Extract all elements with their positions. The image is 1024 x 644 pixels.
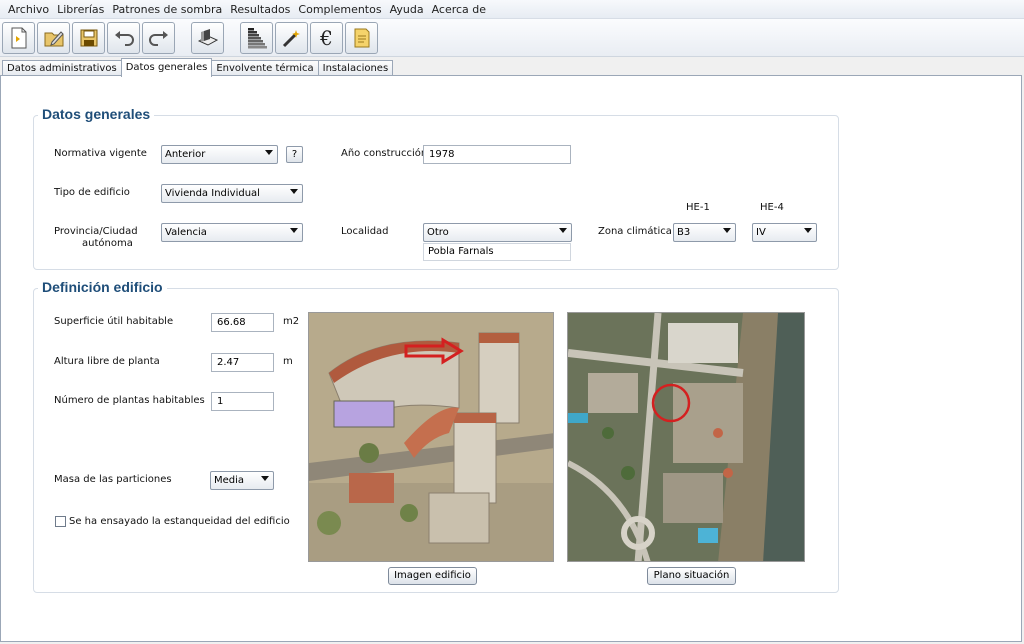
altura-label: Altura libre de planta xyxy=(54,356,160,367)
toolbar: € xyxy=(0,19,1024,57)
superficie-label: Superficie útil habitable xyxy=(54,316,174,327)
plano-situacion-button[interactable]: Plano situación xyxy=(647,567,736,585)
estanqueidad-label: Se ha ensayado la estanqueidad del edifi… xyxy=(69,516,290,527)
tipo-edificio-label: Tipo de edificio xyxy=(54,187,130,198)
redo-icon xyxy=(148,30,168,46)
wizard-button[interactable] xyxy=(275,21,308,54)
chevron-down-icon xyxy=(288,224,302,241)
open-file-button[interactable] xyxy=(37,21,70,54)
localidad-label: Localidad xyxy=(341,226,389,237)
plantas-label: Número de plantas habitables xyxy=(54,395,205,406)
location-map-image xyxy=(567,312,805,562)
localidad-text: Pobla Farnals xyxy=(423,243,571,261)
provincia-label-line1: Provincia/Ciudad xyxy=(54,226,138,237)
menu-librerias[interactable]: Librerías xyxy=(53,3,108,16)
altura-input[interactable]: 2.47 xyxy=(211,353,274,372)
new-file-button[interactable] xyxy=(2,21,35,54)
he4-select[interactable]: IV xyxy=(752,223,817,242)
zona-climatica-label: Zona climática xyxy=(598,226,672,237)
undo-button[interactable] xyxy=(107,21,140,54)
menu-archivo[interactable]: Archivo xyxy=(4,3,53,16)
redo-button[interactable] xyxy=(142,21,175,54)
menu-resultados[interactable]: Resultados xyxy=(226,3,294,16)
magic-wand-icon xyxy=(282,29,300,47)
provincia-value: Valencia xyxy=(165,227,207,238)
chevron-down-icon xyxy=(721,224,735,241)
superficie-input[interactable]: 66.68 xyxy=(211,313,274,332)
tab-content-panel: Datos generales Normativa vigente Anteri… xyxy=(0,75,1022,642)
chevron-down-icon xyxy=(557,224,571,241)
menu-acerca-de[interactable]: Acerca de xyxy=(428,3,490,16)
report-button[interactable] xyxy=(345,21,378,54)
tab-datos-generales[interactable]: Datos generales xyxy=(120,58,213,77)
euro-icon: € xyxy=(320,25,333,50)
masa-particiones-value: Media xyxy=(214,475,245,486)
provincia-select[interactable]: Valencia xyxy=(161,223,303,242)
save-button[interactable] xyxy=(72,21,105,54)
he1-label: HE-1 xyxy=(686,202,710,213)
altura-unit: m xyxy=(283,356,293,367)
he4-value: IV xyxy=(756,227,766,238)
new-file-icon xyxy=(11,27,26,48)
superficie-unit: m2 xyxy=(283,316,300,327)
he1-select[interactable]: B3 xyxy=(673,223,736,242)
definicion-edificio-title: Definición edificio xyxy=(38,279,167,295)
anio-construccion-label: Año construcción xyxy=(341,148,428,159)
menu-complementos[interactable]: Complementos xyxy=(294,3,385,16)
building-3d-icon xyxy=(197,28,218,46)
euro-button[interactable]: € xyxy=(310,21,343,54)
masa-particiones-label: Masa de las particiones xyxy=(54,474,172,485)
localidad-value: Otro xyxy=(427,227,449,238)
menu-bar: Archivo Librerías Patrones de sombra Res… xyxy=(0,0,1024,19)
imagen-edificio-button[interactable]: Imagen edificio xyxy=(388,567,477,585)
energy-rating-icon xyxy=(247,27,267,48)
tab-datos-administrativos[interactable]: Datos administrativos xyxy=(2,60,122,76)
provincia-label-line2: autónoma xyxy=(82,238,133,249)
menu-ayuda[interactable]: Ayuda xyxy=(386,3,428,16)
masa-particiones-select[interactable]: Media xyxy=(210,471,274,490)
normativa-help-button[interactable]: ? xyxy=(286,146,303,163)
estanqueidad-checkbox[interactable] xyxy=(55,516,66,527)
normativa-select[interactable]: Anterior xyxy=(161,145,278,164)
tab-instalaciones[interactable]: Instalaciones xyxy=(317,60,394,76)
datos-generales-title: Datos generales xyxy=(38,106,155,122)
tab-strip: Datos administrativos Datos generales En… xyxy=(0,58,394,77)
normativa-label: Normativa vigente xyxy=(54,148,147,159)
tipo-edificio-select[interactable]: Vivienda Individual xyxy=(161,184,303,203)
he1-value: B3 xyxy=(677,227,691,238)
chevron-down-icon xyxy=(802,224,816,241)
tab-envolvente-termica[interactable]: Envolvente térmica xyxy=(211,60,319,76)
anio-construccion-input[interactable]: 1978 xyxy=(423,145,571,164)
normativa-value: Anterior xyxy=(165,149,206,160)
save-icon xyxy=(80,29,97,46)
building-3d-button[interactable] xyxy=(191,21,224,54)
energy-rating-button[interactable] xyxy=(240,21,273,54)
he4-label: HE-4 xyxy=(760,202,784,213)
chevron-down-icon xyxy=(288,185,302,202)
menu-patrones-sombra[interactable]: Patrones de sombra xyxy=(108,3,226,16)
report-icon xyxy=(354,28,369,47)
chevron-down-icon xyxy=(263,146,277,163)
building-image xyxy=(308,312,554,562)
undo-icon xyxy=(114,30,134,46)
localidad-select[interactable]: Otro xyxy=(423,223,572,242)
tipo-edificio-value: Vivienda Individual xyxy=(165,188,260,199)
open-folder-icon xyxy=(44,30,64,46)
chevron-down-icon xyxy=(259,472,273,489)
plantas-input[interactable]: 1 xyxy=(211,392,274,411)
